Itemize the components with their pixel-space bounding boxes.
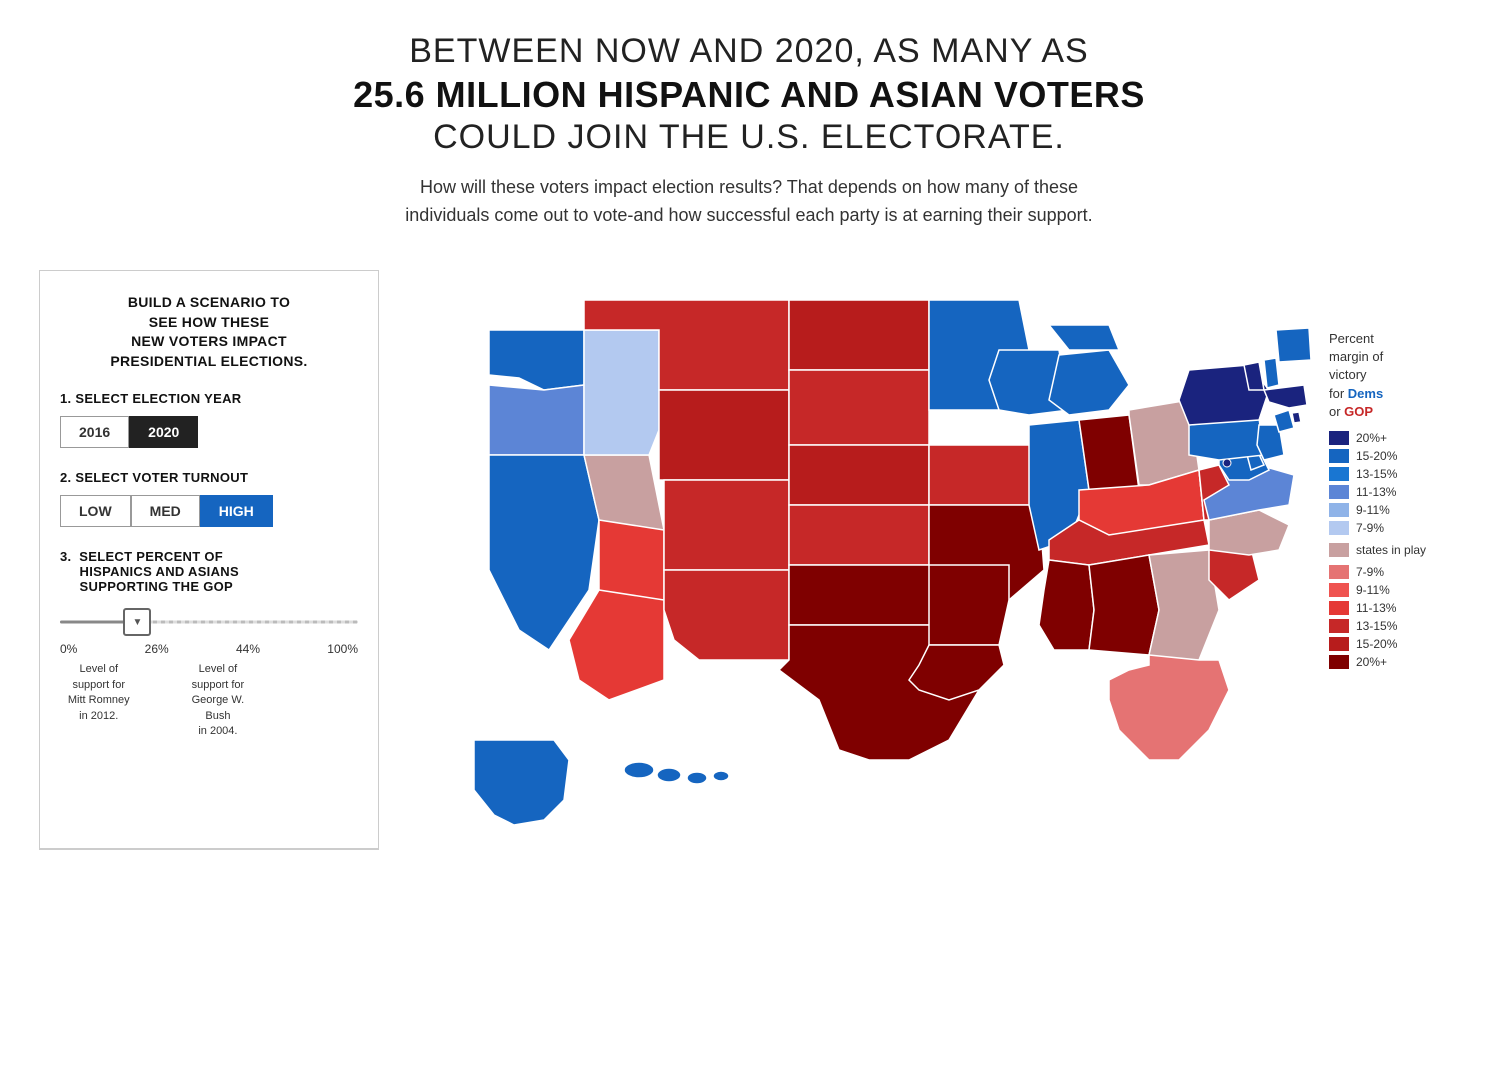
legend-label-gop-20plus: 20%+: [1356, 655, 1387, 669]
build-scenario-title: BUILD A SCENARIO TOSEE HOW THESENEW VOTE…: [60, 293, 358, 371]
legend-item-dem-13-15: 13-15%: [1329, 467, 1459, 481]
state-co: [664, 480, 789, 570]
legend-item-dem-20plus: 20%+: [1329, 431, 1459, 445]
legend-item-gop-15-20: 15-20%: [1329, 637, 1459, 651]
legend-label-gop-9-11: 9-11%: [1356, 583, 1390, 597]
label-26: 26%: [145, 642, 169, 656]
state-ne: [789, 445, 929, 505]
legend-item-states-in-play: states in play: [1329, 543, 1459, 557]
legend-item-dem-7-9: 7-9%: [1329, 521, 1459, 535]
panel-divider: [40, 848, 378, 849]
legend: Percentmargin ofvictoryfor Demsor GOP 20…: [1329, 270, 1459, 673]
header-line2: 25.6 MILLION HISPANIC AND ASIAN VOTERS: [353, 73, 1145, 116]
slider-annotations: Level ofsupport forMitt Romneyin 2012. L…: [60, 662, 358, 739]
header-subtitle: How will these voters impact election re…: [353, 174, 1145, 230]
legend-label-dem-9-11: 9-11%: [1356, 503, 1390, 517]
legend-item-gop-7-9: 7-9%: [1329, 565, 1459, 579]
legend-label-dem-20plus: 20%+: [1356, 431, 1387, 445]
slider-thumb[interactable]: [123, 608, 151, 636]
legend-swatch-gop-15-20: [1329, 637, 1349, 651]
legend-label-dem-7-9: 7-9%: [1356, 521, 1384, 535]
section2-label: 2. SELECT VOTER TURNOUT: [60, 470, 358, 485]
slider-dashes: [137, 621, 358, 624]
label-0: 0%: [60, 642, 77, 656]
state-wy: [659, 390, 789, 480]
state-ar: [929, 565, 1009, 645]
legend-dem-label: Dems: [1348, 386, 1383, 401]
legend-item-dem-11-13: 11-13%: [1329, 485, 1459, 499]
state-sd: [789, 370, 929, 445]
state-ms: [1039, 560, 1094, 650]
gop-support-slider[interactable]: [60, 604, 358, 640]
map-area: Percentmargin ofvictoryfor Demsor GOP 20…: [379, 270, 1459, 865]
legend-item-dem-15-20: 15-20%: [1329, 449, 1459, 463]
btn-low[interactable]: LOW: [60, 495, 131, 527]
legend-title: Percentmargin ofvictoryfor Demsor GOP: [1329, 330, 1459, 421]
btn-med[interactable]: MED: [131, 495, 200, 527]
page-wrapper: BETWEEN NOW AND 2020, AS MANY AS 25.6 MI…: [0, 0, 1498, 1080]
state-me: [1276, 328, 1311, 362]
annotation-bush: Level ofsupport forGeorge W. Bushin 2004…: [191, 662, 245, 739]
section3-label: 3. SELECT PERCENT OF HISPANICS AND ASIAN…: [60, 549, 358, 594]
legend-label-dem-13-15: 13-15%: [1356, 467, 1397, 481]
legend-swatch-gop-9-11: [1329, 583, 1349, 597]
state-nd: [789, 300, 929, 370]
legend-item-gop-9-11: 9-11%: [1329, 583, 1459, 597]
legend-swatch-dem-13-15: [1329, 467, 1349, 481]
state-nh: [1264, 358, 1279, 388]
section1-label: 1. SELECT ELECTION YEAR: [60, 391, 358, 406]
election-year-group: 2016 2020: [60, 416, 358, 448]
slider-section: 0% 26% 44% 100% Level ofsupport forMitt …: [60, 604, 358, 739]
main-content: BUILD A SCENARIO TOSEE HOW THESENEW VOTE…: [39, 270, 1459, 865]
label-100: 100%: [327, 642, 358, 656]
legend-label-states-in-play: states in play: [1356, 543, 1426, 557]
legend-item-gop-20plus: 20%+: [1329, 655, 1459, 669]
legend-swatch-dem-9-11: [1329, 503, 1349, 517]
state-ut: [599, 520, 664, 600]
header-line1: BETWEEN NOW AND 2020, AS MANY AS: [353, 30, 1145, 73]
legend-label-gop-11-13: 11-13%: [1356, 601, 1396, 615]
turnout-group: LOW MED HIGH: [60, 495, 358, 527]
legend-label-gop-15-20: 15-20%: [1356, 637, 1397, 651]
slider-labels: 0% 26% 44% 100%: [60, 642, 358, 656]
state-ia: [929, 445, 1039, 505]
legend-swatch-gop-7-9: [1329, 565, 1349, 579]
state-al: [1089, 555, 1159, 655]
state-or: [489, 385, 584, 455]
legend-label-dem-11-13: 11-13%: [1356, 485, 1396, 499]
state-id: [584, 330, 659, 455]
state-nm: [664, 570, 789, 660]
legend-swatch-dem-20plus: [1329, 431, 1349, 445]
annotation-romney: Level ofsupport forMitt Romneyin 2012.: [60, 662, 137, 739]
btn-2020[interactable]: 2020: [129, 416, 198, 448]
map-svg-container: [389, 270, 1329, 865]
legend-item-dem-9-11: 9-11%: [1329, 503, 1459, 517]
legend-swatch-states-in-play: [1329, 543, 1349, 557]
btn-2016[interactable]: 2016: [60, 416, 129, 448]
legend-item-gop-11-13: 11-13%: [1329, 601, 1459, 615]
legend-swatch-gop-13-15: [1329, 619, 1349, 633]
left-panel: BUILD A SCENARIO TOSEE HOW THESENEW VOTE…: [39, 270, 379, 850]
header: BETWEEN NOW AND 2020, AS MANY AS 25.6 MI…: [353, 30, 1145, 230]
legend-swatch-dem-7-9: [1329, 521, 1349, 535]
label-44: 44%: [236, 642, 260, 656]
legend-swatch-dem-11-13: [1329, 485, 1349, 499]
legend-item-gop-13-15: 13-15%: [1329, 619, 1459, 633]
dc-marker: [1223, 459, 1231, 467]
legend-swatch-gop-11-13: [1329, 601, 1349, 615]
btn-high[interactable]: HIGH: [200, 495, 273, 527]
legend-label-gop-7-9: 7-9%: [1356, 565, 1384, 579]
legend-swatch-gop-20plus: [1329, 655, 1349, 669]
state-ks: [789, 505, 929, 565]
state-ri: [1292, 412, 1301, 423]
legend-label-dem-15-20: 15-20%: [1356, 449, 1397, 463]
legend-gop-label: GOP: [1344, 404, 1373, 419]
legend-swatch-dem-15-20: [1329, 449, 1349, 463]
header-line3: COULD JOIN THE U.S. ELECTORATE.: [353, 116, 1145, 159]
legend-label-gop-13-15: 13-15%: [1356, 619, 1397, 633]
us-map: [389, 270, 1319, 860]
